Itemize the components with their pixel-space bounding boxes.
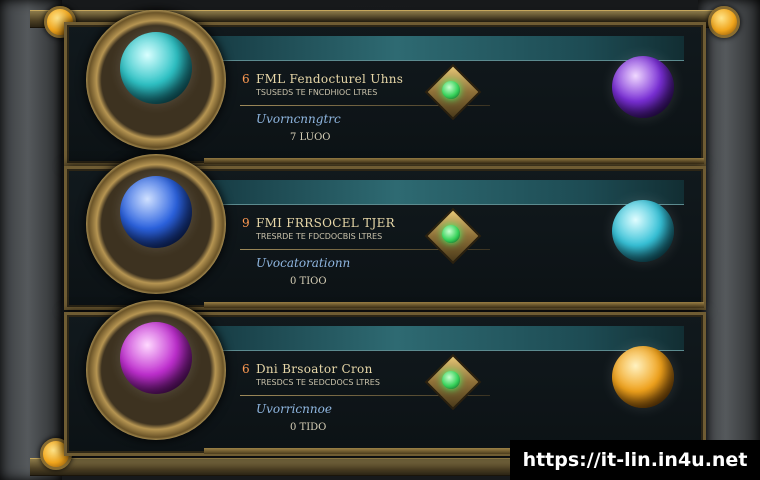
item-subtitle: TRESRDE TE FDCDOCBIS LTRES — [256, 232, 383, 241]
item-type: Uvorricnnoe — [256, 402, 332, 416]
right-stone-pillar — [698, 0, 760, 480]
left-stone-pillar — [0, 0, 62, 480]
panel-header-strip — [204, 326, 684, 351]
main-gem-icon — [120, 32, 192, 104]
panel-edge — [204, 158, 704, 164]
item-type: Uvocatorationn — [256, 256, 351, 270]
green-orb-icon — [442, 371, 460, 389]
gem-medallion[interactable] — [86, 300, 226, 440]
reward-gem-icon[interactable] — [612, 200, 674, 262]
item-row[interactable]: 6 Dni Brsoator Cron TRESDCS TE SEDCDOCS L… — [64, 300, 706, 456]
item-type: Uvorncnngtrc — [256, 112, 341, 126]
panel-header-strip — [204, 180, 684, 205]
gem-medallion[interactable] — [86, 154, 226, 294]
reward-gem-icon[interactable] — [612, 56, 674, 118]
panel-edge — [204, 302, 704, 308]
gem-medallion[interactable] — [86, 10, 226, 150]
item-count: 0 TIDO — [290, 422, 327, 433]
socket-button[interactable] — [424, 63, 482, 121]
item-subtitle: TSUSEDS TE FNCDHIOC LTRES — [256, 88, 378, 97]
main-gem-icon — [120, 322, 192, 394]
green-orb-icon — [442, 81, 460, 99]
corner-gem-icon — [708, 6, 740, 38]
socket-button[interactable] — [424, 353, 482, 411]
item-title: 6 FML Fendocturel Uhns — [242, 72, 404, 86]
item-title: 6 Dni Brsoator Cron — [242, 362, 373, 376]
item-row[interactable]: 6 FML Fendocturel Uhns TSUSEDS TE FNCDHIO… — [64, 10, 706, 166]
watermark: https://it-lin.in4u.net — [510, 440, 760, 480]
item-title: 9 FMI FRRSOCEL TJER — [242, 216, 395, 230]
reward-gem-icon[interactable] — [612, 346, 674, 408]
item-count: 0 TIOO — [290, 276, 327, 287]
game-frame: 6 FML Fendocturel Uhns TSUSEDS TE FNCDHIO… — [0, 0, 760, 480]
item-subtitle: TRESDCS TE SEDCDOCS LTRES — [256, 378, 380, 387]
socket-button[interactable] — [424, 207, 482, 265]
green-orb-icon — [442, 225, 460, 243]
item-row[interactable]: 9 FMI FRRSOCEL TJER TRESRDE TE FDCDOCBIS … — [64, 154, 706, 310]
item-count: 7 LUOO — [290, 132, 331, 143]
panel-header-strip — [204, 36, 684, 61]
main-gem-icon — [120, 176, 192, 248]
